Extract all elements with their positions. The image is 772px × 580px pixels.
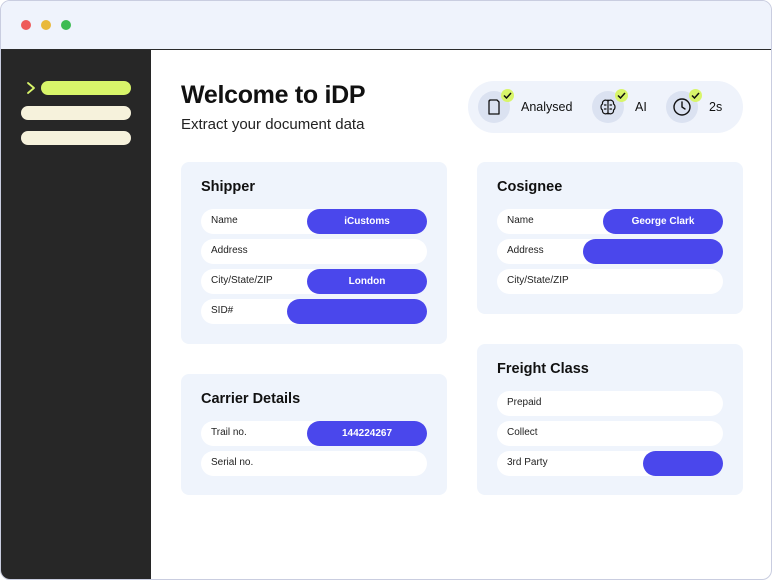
field-label: Address bbox=[507, 245, 544, 256]
field-label: SID# bbox=[211, 305, 234, 316]
carrier-trail-field[interactable]: Trail no. 144224267 bbox=[201, 421, 427, 446]
shipper-card: Shipper Name iCustoms Address City/State… bbox=[181, 162, 447, 344]
carrier-serial-field[interactable]: Serial no. bbox=[201, 451, 427, 476]
app-window: Welcome to iDP Extract your document dat… bbox=[0, 0, 772, 580]
close-window-button[interactable] bbox=[21, 20, 31, 30]
status-analysed-label: Analysed bbox=[521, 100, 573, 114]
sidebar-item-active[interactable] bbox=[41, 81, 131, 95]
brain-icon bbox=[592, 89, 628, 123]
check-icon bbox=[501, 89, 514, 102]
shipper-city-field[interactable]: City/State/ZIP London bbox=[201, 269, 427, 294]
consignee-title: Cosignee bbox=[497, 179, 563, 195]
freight-collect-option[interactable]: Collect bbox=[497, 421, 723, 446]
check-icon bbox=[615, 89, 628, 102]
field-value-filled bbox=[287, 299, 427, 324]
shipper-name-field[interactable]: Name iCustoms bbox=[201, 209, 427, 234]
shipper-sid-field[interactable]: SID# bbox=[201, 299, 427, 324]
check-icon bbox=[689, 89, 702, 102]
consignee-name-field[interactable]: Name George Clark bbox=[497, 209, 723, 234]
freight-title: Freight Class bbox=[497, 361, 589, 377]
sidebar-item[interactable] bbox=[21, 131, 131, 145]
field-value-filled bbox=[583, 239, 723, 264]
status-ai-label: AI bbox=[635, 100, 647, 114]
chevron-right-icon bbox=[27, 82, 35, 94]
field-label: Trail no. bbox=[211, 427, 247, 438]
shipper-address-field[interactable]: Address bbox=[201, 239, 427, 264]
field-value-filled bbox=[643, 451, 723, 476]
field-label: 3rd Party bbox=[507, 457, 548, 468]
field-label: Name bbox=[211, 215, 238, 226]
field-value: George Clark bbox=[603, 209, 723, 234]
freight-third-party-option[interactable]: 3rd Party bbox=[497, 451, 723, 476]
carrier-title: Carrier Details bbox=[201, 391, 301, 407]
field-label: Prepaid bbox=[507, 397, 542, 408]
carrier-details-card: Carrier Details Trail no. 144224267 Seri… bbox=[181, 374, 447, 495]
consignee-card: Cosignee Name George Clark Address City/… bbox=[477, 162, 743, 314]
title-bar bbox=[1, 1, 771, 50]
minimize-window-button[interactable] bbox=[41, 20, 51, 30]
page-subtitle: Extract your document data bbox=[181, 116, 365, 133]
field-label: City/State/ZIP bbox=[507, 275, 569, 286]
clock-icon bbox=[666, 89, 702, 123]
freight-class-card: Freight Class Prepaid Collect 3rd Party bbox=[477, 344, 743, 495]
field-label: Address bbox=[211, 245, 248, 256]
sidebar bbox=[1, 50, 151, 579]
maximize-window-button[interactable] bbox=[61, 20, 71, 30]
field-label: Collect bbox=[507, 427, 538, 438]
sidebar-item[interactable] bbox=[21, 106, 131, 120]
page-title: Welcome to iDP bbox=[181, 81, 366, 109]
field-label: City/State/ZIP bbox=[211, 275, 273, 286]
field-value: 144224267 bbox=[307, 421, 427, 446]
shipper-title: Shipper bbox=[201, 179, 255, 195]
field-value: iCustoms bbox=[307, 209, 427, 234]
consignee-city-field[interactable]: City/State/ZIP bbox=[497, 269, 723, 294]
field-value: London bbox=[307, 269, 427, 294]
field-label: Name bbox=[507, 215, 534, 226]
status-time-label: 2s bbox=[709, 100, 723, 114]
freight-prepaid-option[interactable]: Prepaid bbox=[497, 391, 723, 416]
consignee-address-field[interactable]: Address bbox=[497, 239, 723, 264]
document-icon bbox=[478, 89, 514, 123]
field-label: Serial no. bbox=[211, 457, 254, 468]
